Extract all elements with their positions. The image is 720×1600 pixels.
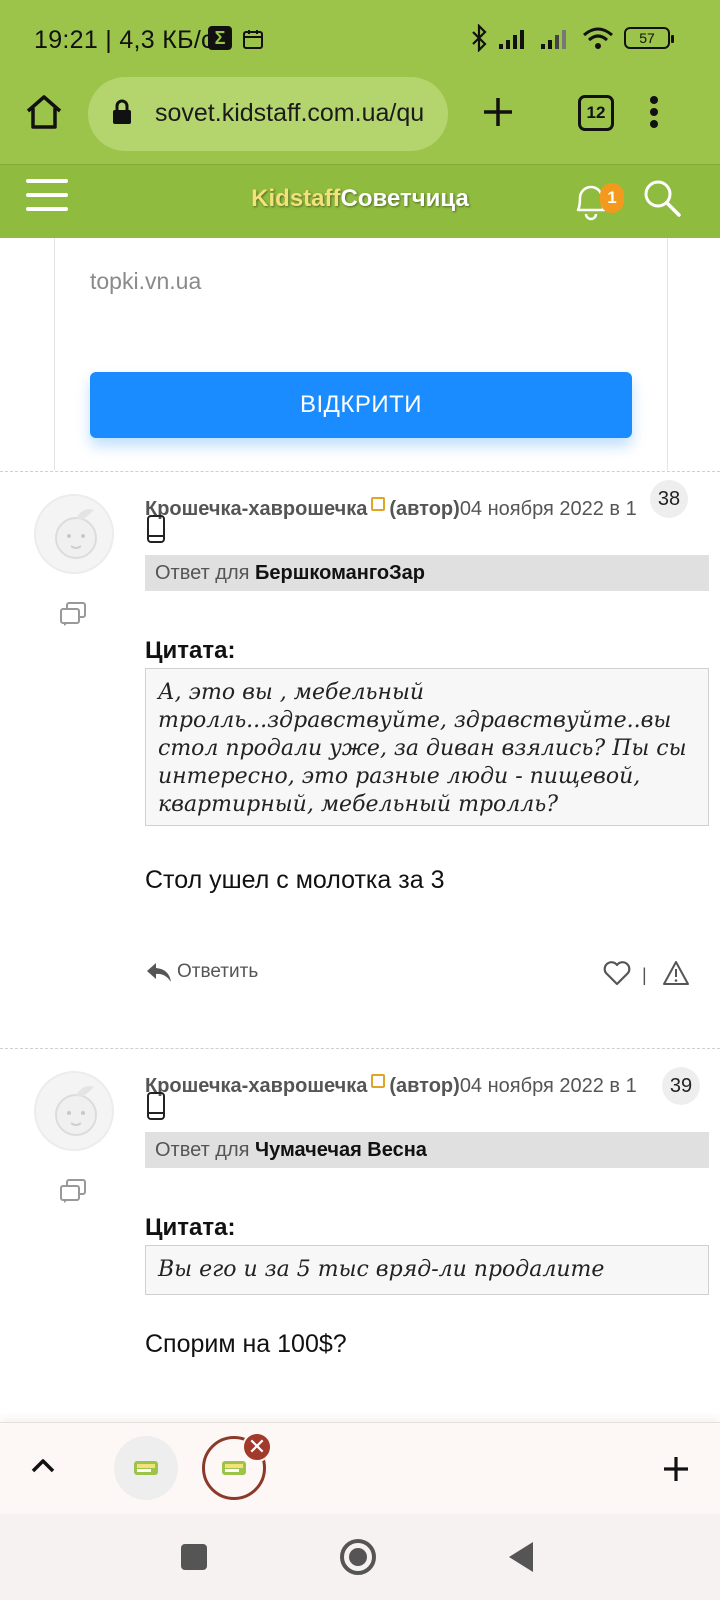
action-separator: |	[642, 965, 647, 985]
site-favicon	[222, 1461, 246, 1475]
tab-switcher-strip	[0, 1422, 720, 1514]
chevron-up-icon[interactable]	[30, 1456, 56, 1474]
search-icon[interactable]	[642, 178, 682, 218]
logo-kidstaff: Kidstaff	[251, 185, 341, 212]
url-text[interactable]: sovet.kidstaff.com.ua/qu	[155, 99, 437, 128]
tab-thumbnail[interactable]	[114, 1436, 178, 1500]
chat-icon[interactable]	[59, 601, 87, 627]
avatar-image	[55, 1086, 97, 1136]
post-date: 04 ноября 2022 в 1	[459, 498, 637, 520]
avatar-image	[55, 509, 97, 559]
reply-prefix: Ответ для	[155, 562, 256, 584]
reply-arrow-icon	[147, 963, 171, 982]
reply-prefix: Ответ для	[155, 1139, 256, 1161]
quote-text: А, это вы , мебельный тролль...здравству…	[145, 668, 709, 826]
reply-to-bar: Ответ для Чумачечая Весна	[145, 1132, 709, 1168]
reply-to-user[interactable]: Чумачечая Весна	[255, 1139, 427, 1161]
chat-icon[interactable]	[59, 1178, 87, 1204]
gold-status-icon	[371, 497, 386, 511]
status-time: 19:21 | 4,3 КБ/с	[34, 26, 214, 54]
home-icon[interactable]	[24, 93, 64, 131]
sigma-icon: Σ	[208, 26, 232, 50]
quote-label: Цитата:	[145, 1214, 236, 1241]
close-tab-button[interactable]: ✕	[242, 1432, 272, 1462]
status-bar: 19:21 | 4,3 КБ/с Σ 57	[0, 0, 720, 80]
heart-icon[interactable]	[603, 960, 631, 986]
post-body: Стол ушел с молотка за 3	[145, 866, 445, 894]
avatar[interactable]	[34, 1071, 114, 1151]
author-name[interactable]: Крошечка-хаврошечка	[145, 1075, 367, 1097]
lock-icon	[113, 99, 131, 124]
avatar[interactable]	[34, 494, 114, 574]
post-body: Спорим на 100$?	[145, 1330, 347, 1358]
post-separator	[0, 471, 720, 472]
gold-status-icon	[371, 1074, 386, 1088]
author-tag: (автор)	[389, 1075, 460, 1097]
mobile-device-icon	[147, 1092, 165, 1120]
author-name[interactable]: Крошечка-хаврошечка	[145, 498, 367, 520]
post-author-line: Крошечка-хаврошечка (автор)04 ноября 2022…	[145, 497, 697, 521]
warning-icon[interactable]	[662, 960, 690, 986]
tabs-count-button[interactable]: 12	[578, 95, 614, 131]
signal-icon-2	[541, 30, 566, 49]
post-number[interactable]: 39	[662, 1067, 700, 1105]
reply-button[interactable]: Ответить	[145, 960, 258, 984]
square-icon[interactable]	[180, 1543, 208, 1571]
more-icon[interactable]	[648, 95, 660, 129]
reply-to-user[interactable]: БершкомангоЗар	[255, 562, 425, 584]
ad-open-button[interactable]: ВІДКРИТИ	[90, 372, 632, 438]
calendar-icon	[243, 30, 263, 49]
post-date: 04 ноября 2022 в 1	[459, 1075, 637, 1097]
bluetooth-icon	[472, 24, 487, 52]
post-author-line: Крошечка-хаврошечка (автор)04 ноября 2022…	[145, 1074, 697, 1098]
post-separator	[0, 1048, 720, 1049]
circle-icon[interactable]	[338, 1537, 378, 1577]
quote-label: Цитата:	[145, 637, 236, 664]
reply-label: Ответить	[177, 961, 259, 982]
reply-to-bar: Ответ для БершкомангоЗар	[145, 555, 709, 591]
add-tab-plus-icon[interactable]	[662, 1455, 690, 1483]
ad-domain: topki.vn.ua	[90, 268, 202, 294]
post-number[interactable]: 38	[650, 480, 688, 518]
battery-indicator: 57	[624, 27, 674, 49]
mobile-device-icon	[147, 515, 165, 543]
signal-icon	[499, 30, 524, 49]
author-tag: (автор)	[389, 498, 460, 520]
quote-text: Вы его и за 5 тыс вряд-ли продалите	[145, 1245, 709, 1295]
back-triangle-icon[interactable]	[506, 1540, 536, 1574]
notification-badge: 1	[600, 183, 624, 213]
site-favicon	[134, 1461, 158, 1475]
logo-sovetchica: Советчица	[340, 185, 469, 212]
wifi-icon	[583, 27, 613, 49]
new-tab-plus-icon[interactable]	[482, 96, 514, 128]
